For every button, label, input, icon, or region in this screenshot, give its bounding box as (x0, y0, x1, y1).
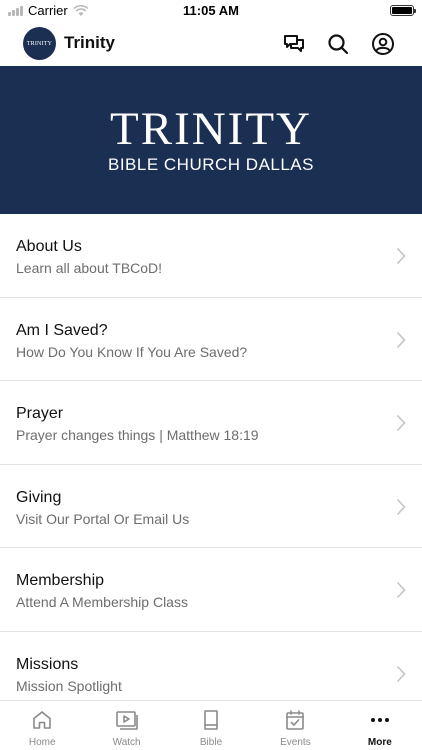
menu-item-giving[interactable]: Giving Visit Our Portal Or Email Us (0, 465, 422, 549)
calendar-icon (283, 708, 307, 732)
app-header: TRINITY Trinity (0, 22, 422, 66)
tab-label: Events (280, 737, 311, 748)
menu-item-subtitle: Learn all about TBCoD! (16, 260, 163, 276)
menu-item-title: Am I Saved? (16, 321, 108, 339)
menu-item-subtitle: Prayer changes things | Matthew 18:19 (16, 427, 259, 444)
chevron-right-icon (396, 665, 406, 683)
tab-events[interactable]: Events (253, 701, 337, 750)
tab-label: Watch (112, 737, 141, 748)
search-icon[interactable] (325, 31, 351, 57)
bible-icon (199, 708, 223, 732)
menu-item-title: Missions (16, 655, 79, 673)
menu-item-title: Prayer (16, 405, 64, 423)
menu-item-title: Giving (16, 488, 62, 506)
chevron-right-icon (396, 247, 406, 265)
chevron-right-icon (396, 415, 406, 432)
status-bar: Carrier 11:05 AM (0, 0, 422, 22)
banner-title: TRINITY (110, 103, 312, 155)
tab-label: Bible (199, 737, 223, 748)
menu-item-subtitle: Attend A Membership Class (16, 594, 188, 611)
menu-item-title: About Us (16, 238, 82, 255)
avatar-logo-text: TRINITY (26, 40, 53, 47)
menu-item-subtitle: Mission Spotlight (16, 677, 122, 694)
chevron-right-icon (396, 582, 406, 599)
menu-item-am-i-saved[interactable]: Am I Saved? How Do You Know If You Are S… (0, 298, 422, 382)
chevron-right-icon (396, 331, 406, 348)
tab-bar: Home Watch Bible Events More (0, 700, 422, 750)
battery-icon (390, 5, 416, 16)
status-bar-time: 11:05 AM (183, 3, 239, 18)
tab-more[interactable]: More (338, 701, 422, 750)
tab-label: More (367, 737, 392, 748)
menu-item-subtitle: How Do You Know If You Are Saved? (16, 343, 248, 360)
watch-icon (115, 708, 139, 732)
menu-item-prayer[interactable]: Prayer Prayer changes things | Matthew 1… (0, 381, 422, 465)
tab-bible[interactable]: Bible (169, 701, 253, 750)
banner-subtitle: BIBLE CHURCH DALLAS (107, 155, 314, 174)
church-avatar[interactable]: TRINITY (23, 27, 56, 60)
menu-item-about-us[interactable]: About Us Learn all about TBCoD! (0, 214, 422, 298)
more-icon (368, 708, 392, 732)
menu-item-subtitle: Visit Our Portal Or Email Us (16, 510, 190, 527)
app-title: Trinity (64, 33, 116, 52)
chevron-right-icon (396, 498, 406, 515)
tab-watch[interactable]: Watch (84, 701, 168, 750)
church-banner: TRINITY BIBLE CHURCH DALLAS (0, 66, 422, 214)
tab-label: Home (28, 737, 56, 748)
more-menu-list: About Us Learn all about TBCoD! Am I Sav… (0, 214, 422, 716)
account-icon[interactable] (370, 31, 396, 57)
home-icon (30, 708, 54, 732)
menu-item-membership[interactable]: Membership Attend A Membership Class (0, 548, 422, 632)
menu-item-title: Membership (16, 572, 105, 590)
chat-icon[interactable] (281, 31, 307, 57)
tab-home[interactable]: Home (0, 701, 84, 750)
